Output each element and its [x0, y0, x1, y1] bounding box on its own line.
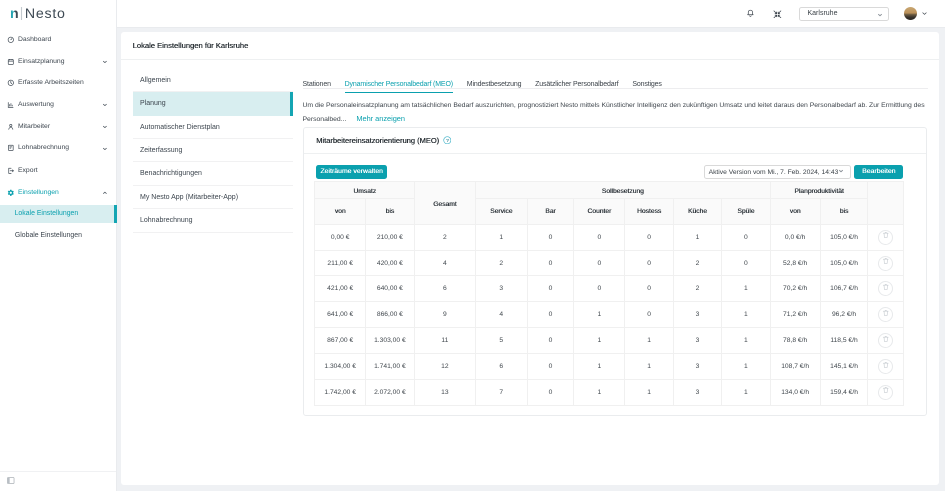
svg-text:?: ? — [446, 138, 449, 144]
